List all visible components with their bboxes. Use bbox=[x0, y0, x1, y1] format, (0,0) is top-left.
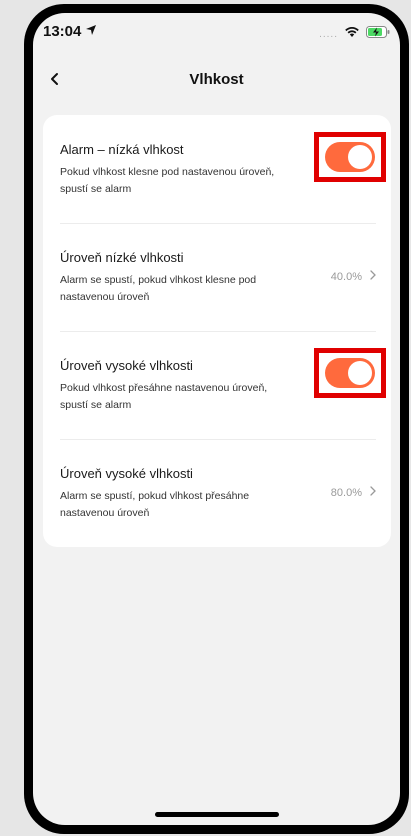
divider bbox=[60, 439, 376, 440]
setting-title: Alarm – nízká vlhkost bbox=[60, 142, 184, 157]
page-title: Vlhkost bbox=[189, 71, 244, 88]
low-humidity-value: 40.0% bbox=[330, 270, 362, 283]
settings-card: Alarm – nízká vlhkost Pokud vlhkost kles… bbox=[43, 115, 391, 547]
home-indicator bbox=[154, 812, 279, 817]
time-label: 13:04 bbox=[43, 23, 82, 40]
status-icons: ..... bbox=[319, 25, 390, 43]
highlight-box bbox=[314, 132, 386, 182]
wifi-icon bbox=[344, 25, 360, 43]
high-humidity-value: 80.0% bbox=[330, 486, 362, 499]
divider bbox=[60, 223, 376, 224]
setting-title: Úroveň nízké vlhkosti bbox=[60, 250, 184, 265]
location-arrow-icon bbox=[85, 23, 97, 40]
low-humidity-alarm-toggle[interactable] bbox=[325, 142, 375, 172]
setting-description: Pokud vlhkost přesáhne nastavenou úroveň… bbox=[60, 382, 268, 411]
status-bar: 13:04 ..... bbox=[33, 13, 400, 53]
setting-description: Pokud vlhkost klesne pod nastavenou úrov… bbox=[60, 166, 275, 195]
high-humidity-alarm-toggle[interactable] bbox=[325, 358, 375, 388]
toggle-knob bbox=[348, 145, 372, 169]
setting-row-high-humidity-level[interactable]: Úroveň vysoké vlhkosti Alarm se spustí, … bbox=[60, 466, 376, 546]
battery-charging-icon bbox=[366, 25, 390, 43]
status-time: 13:04 bbox=[43, 23, 97, 40]
setting-row-low-humidity-level[interactable]: Úroveň nízké vlhkosti Alarm se spustí, p… bbox=[60, 250, 376, 330]
setting-description: Alarm se spustí, pokud vlhkost přesáhne … bbox=[60, 490, 250, 519]
divider bbox=[60, 331, 376, 332]
setting-description: Alarm se spustí, pokud vlhkost klesne po… bbox=[60, 274, 257, 303]
setting-title: Úroveň vysoké vlhkosti bbox=[60, 358, 193, 373]
setting-row-low-humidity-alarm: Alarm – nízká vlhkost Pokud vlhkost kles… bbox=[60, 132, 386, 222]
screen: 13:04 ..... Vlhkost Alarm – nízká vlhkos… bbox=[33, 13, 400, 825]
chevron-right-icon bbox=[370, 486, 376, 499]
setting-value: 80.0% bbox=[331, 486, 376, 499]
toggle-knob bbox=[348, 361, 372, 385]
highlight-box bbox=[314, 348, 386, 398]
cellular-signal-icon: ..... bbox=[319, 28, 338, 40]
setting-value: 40.0% bbox=[331, 270, 376, 283]
chevron-right-icon bbox=[370, 270, 376, 283]
setting-title: Úroveň vysoké vlhkosti bbox=[60, 466, 193, 481]
phone-frame: 13:04 ..... Vlhkost Alarm – nízká vlhkos… bbox=[24, 4, 409, 834]
setting-row-high-humidity-alarm: Úroveň vysoké vlhkosti Pokud vlhkost pře… bbox=[60, 348, 386, 438]
nav-header: Vlhkost bbox=[33, 61, 400, 101]
